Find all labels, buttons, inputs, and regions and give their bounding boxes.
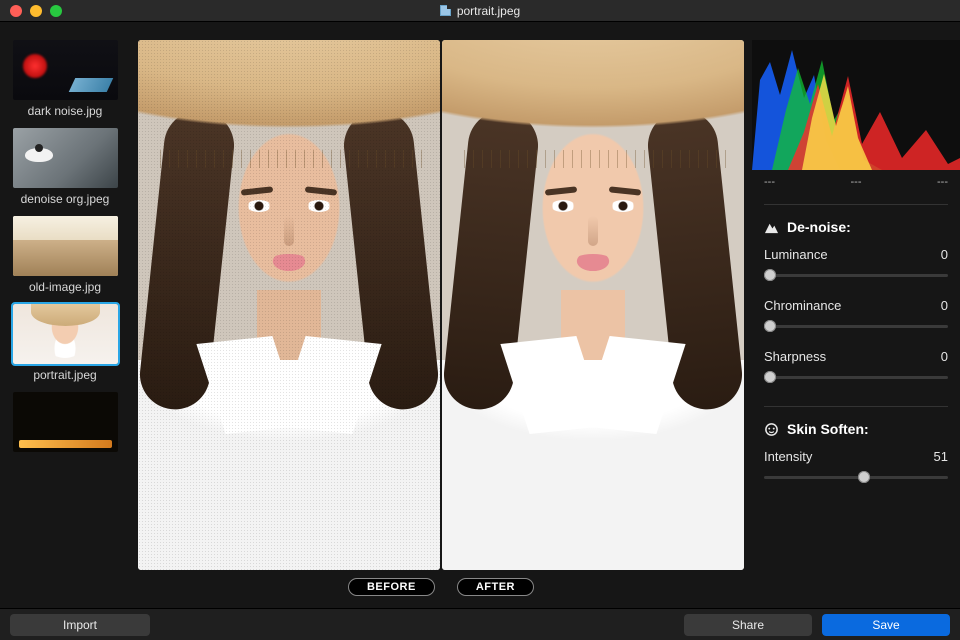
app-window: portrait.jpeg dark noise.jpg denoise org… — [0, 0, 960, 640]
window-controls — [10, 5, 62, 17]
face-icon — [764, 422, 779, 437]
sharpness-slider[interactable] — [764, 370, 948, 384]
readout-r: --- — [764, 176, 775, 188]
control-label: Intensity — [764, 449, 812, 464]
thumbnail-image — [13, 392, 118, 452]
skin-section-header: Skin Soften: — [764, 421, 948, 437]
file-icon — [440, 5, 451, 16]
divider — [764, 406, 948, 407]
thumbnail-item[interactable]: dark noise.jpg — [10, 40, 120, 118]
control-value: 0 — [941, 349, 948, 364]
maximize-icon[interactable] — [50, 5, 62, 17]
save-button[interactable]: Save — [822, 614, 950, 636]
after-button[interactable]: AFTER — [457, 578, 534, 596]
after-pane — [442, 40, 744, 570]
thumbnail-item[interactable]: old-image.jpg — [10, 216, 120, 294]
share-button[interactable]: Share — [684, 614, 812, 636]
control-label: Chrominance — [764, 298, 841, 313]
histogram-chart — [752, 40, 960, 170]
thumbnail-item[interactable]: denoise org.jpeg — [10, 128, 120, 206]
thumbnail-label: denoise org.jpeg — [21, 192, 110, 206]
window-title: portrait.jpeg — [457, 4, 520, 18]
preview-area: BEFORE AFTER — [130, 22, 752, 608]
intensity-slider[interactable] — [764, 470, 948, 484]
before-button[interactable]: BEFORE — [348, 578, 435, 596]
sharpness-control: Sharpness 0 — [764, 349, 948, 384]
thumbnail-image — [13, 216, 118, 276]
luminance-control: Luminance 0 — [764, 247, 948, 282]
intensity-control: Intensity 51 — [764, 449, 948, 484]
histogram[interactable] — [752, 40, 960, 170]
control-value: 51 — [934, 449, 948, 464]
control-label: Sharpness — [764, 349, 826, 364]
readout-g: --- — [851, 176, 862, 188]
thumbnail-label: dark noise.jpg — [28, 104, 103, 118]
thumbnail-sidebar[interactable]: dark noise.jpg denoise org.jpeg old-imag… — [0, 22, 130, 608]
thumbnail-label: portrait.jpeg — [33, 368, 96, 382]
thumbnail-item[interactable] — [10, 392, 120, 456]
divider — [764, 204, 948, 205]
title-center: portrait.jpeg — [0, 4, 960, 18]
skin-title: Skin Soften: — [787, 421, 869, 437]
histogram-readouts: --- --- --- — [764, 174, 948, 198]
control-value: 0 — [941, 298, 948, 313]
thumbnail-item-selected[interactable]: portrait.jpeg — [10, 304, 120, 382]
chrominance-control: Chrominance 0 — [764, 298, 948, 333]
mountain-icon — [764, 220, 779, 235]
import-button[interactable]: Import — [10, 614, 150, 636]
readout-b: --- — [937, 176, 948, 188]
thumbnail-image — [13, 304, 118, 364]
chrominance-slider[interactable] — [764, 319, 948, 333]
compare-toggle: BEFORE AFTER — [138, 570, 744, 604]
control-value: 0 — [941, 247, 948, 262]
minimize-icon[interactable] — [30, 5, 42, 17]
adjustments-panel: --- --- --- De-noise: Luminance 0 — [752, 22, 960, 608]
titlebar: portrait.jpeg — [0, 0, 960, 22]
main-area: dark noise.jpg denoise org.jpeg old-imag… — [0, 22, 960, 608]
before-pane — [138, 40, 440, 570]
close-icon[interactable] — [10, 5, 22, 17]
thumbnail-label: old-image.jpg — [29, 280, 101, 294]
luminance-slider[interactable] — [764, 268, 948, 282]
denoise-section-header: De-noise: — [764, 219, 948, 235]
control-label: Luminance — [764, 247, 828, 262]
denoise-title: De-noise: — [787, 219, 851, 235]
thumbnail-image — [13, 128, 118, 188]
thumbnail-image — [13, 40, 118, 100]
footer-bar: Import Share Save — [0, 608, 960, 640]
before-after-compare[interactable] — [138, 40, 744, 570]
